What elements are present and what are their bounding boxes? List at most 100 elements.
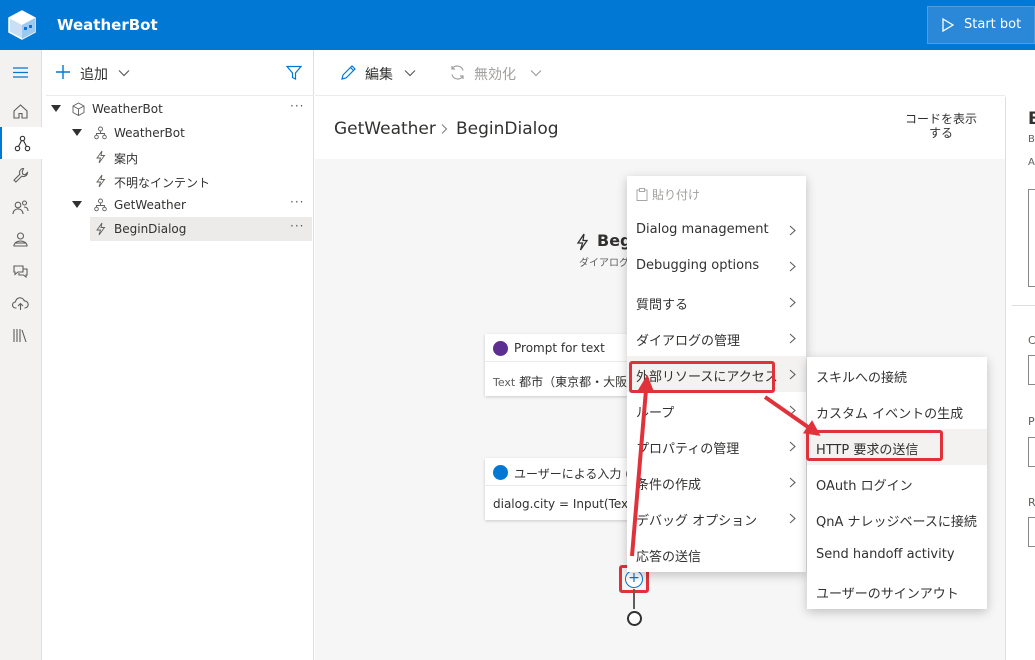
properties-subtitle: B <box>1028 134 1035 145</box>
nav-configure[interactable] <box>0 159 42 191</box>
tree-item-label: 案内 <box>114 152 139 166</box>
dialog-tree-panel: 追加 WeatherBot ··· WeatherBot 案内 不明なインテント… <box>46 50 314 660</box>
disable-label: 無効化 <box>474 67 516 83</box>
app-title: WeatherBot <box>57 16 158 34</box>
tree-item-greeting[interactable]: 案内 <box>46 145 312 169</box>
menu-item-label: デバッグ オプション <box>636 514 758 529</box>
node-header: Prompt for text <box>485 334 635 362</box>
nav-users[interactable] <box>0 191 42 223</box>
properties-textarea[interactable] <box>1028 189 1035 287</box>
composer-logo-icon <box>8 10 36 40</box>
nav-package-manager[interactable] <box>0 319 42 351</box>
prompt-icon <box>493 341 508 356</box>
submenu-item-sign-out-user[interactable]: ユーザーのサインアウト <box>807 573 987 609</box>
nav-bot-responses[interactable] <box>0 223 42 255</box>
menu-item-label: スキルへの接続 <box>816 371 908 386</box>
caret-down-icon[interactable] <box>72 129 82 137</box>
chevron-right-icon <box>789 405 796 416</box>
menu-item-create-condition[interactable]: 条件の作成 <box>627 464 806 500</box>
chevron-down-icon <box>118 70 130 77</box>
chevron-right-icon <box>789 261 796 272</box>
lightning-icon <box>96 222 106 236</box>
menu-item-debug-options[interactable]: デバッグ オプション <box>627 500 806 536</box>
nav-home[interactable] <box>0 95 42 127</box>
breadcrumb-trigger[interactable]: BeginDialog <box>456 119 559 139</box>
properties-field[interactable] <box>1028 517 1035 547</box>
tree-item-label: BeginDialog <box>114 222 187 236</box>
caret-down-icon[interactable] <box>51 105 61 113</box>
hamburger-icon <box>13 67 28 78</box>
menu-item-label: ダイアログの管理 <box>636 334 741 349</box>
flow-connector <box>633 589 635 609</box>
menu-item-ask-question[interactable]: 質問する <box>627 284 806 320</box>
submenu-item-oauth-login[interactable]: OAuth ログイン <box>807 465 987 501</box>
start-bot-label: Start bot <box>964 17 1022 32</box>
more-options-icon[interactable]: ··· <box>290 99 304 113</box>
start-bot-button[interactable]: Start bot <box>927 6 1035 44</box>
home-icon <box>13 104 28 119</box>
more-options-icon[interactable]: ··· <box>290 219 304 233</box>
menu-item-manage-dialog[interactable]: ダイアログの管理 <box>627 320 806 356</box>
bot-design-icon <box>14 135 31 152</box>
menu-item-label: 応答の送信 <box>636 550 702 565</box>
menu-item-send-response[interactable]: 応答の送信 <box>627 536 806 572</box>
wrench-icon <box>13 167 29 183</box>
http-request-highlight <box>806 430 943 461</box>
menu-item-debugging-options[interactable]: Debugging options <box>627 248 806 284</box>
submenu-item-qna-connect[interactable]: QnA ナレッジベースに接続 <box>807 501 987 537</box>
menu-item-label: OAuth ログイン <box>816 479 913 494</box>
node-body-value: 都市（東京都・大阪 <box>519 375 628 389</box>
tree-item-weatherbot-dialog[interactable]: WeatherBot <box>46 121 312 145</box>
refresh-icon <box>451 65 464 80</box>
nav-language-understanding[interactable] <box>0 255 42 287</box>
menu-item-dialog-management[interactable]: Dialog management <box>627 212 806 248</box>
tree-item-begindialog[interactable]: BeginDialog ··· <box>90 217 312 241</box>
nav-rail <box>0 50 42 660</box>
nav-design[interactable] <box>0 127 42 159</box>
more-options-icon[interactable]: ··· <box>290 195 304 209</box>
menu-item-label: カスタム イベントの生成 <box>816 407 964 422</box>
nav-publish[interactable] <box>0 287 42 319</box>
dialog-tree-icon <box>94 198 107 212</box>
app-header: WeatherBot Start bot <box>0 0 1035 50</box>
menu-item-label: 貼り付け <box>652 188 701 202</box>
chevron-right-icon <box>789 441 796 452</box>
user-input-node[interactable]: ユーザーによる入力 (Text dialog.city = Input(Text… <box>485 458 654 520</box>
tree-item-label: WeatherBot <box>114 126 185 140</box>
prompt-for-text-node[interactable]: Prompt for text Text 都市（東京都・大阪 <box>485 334 635 396</box>
breadcrumb-dialog[interactable]: GetWeather <box>334 119 436 139</box>
cloud-upload-icon <box>12 297 29 310</box>
chevron-down-icon <box>404 70 416 77</box>
tree-item-unknown-intent[interactable]: 不明なインテント <box>46 169 312 193</box>
menu-item-manage-properties[interactable]: プロパティの管理 <box>627 428 806 464</box>
clipboard-icon <box>636 188 648 201</box>
menu-item-paste[interactable]: 貼り付け <box>627 176 806 212</box>
chevron-right-icon <box>789 297 796 308</box>
submenu-item-connect-skill[interactable]: スキルへの接続 <box>807 357 987 393</box>
tree-toolbar: 追加 <box>46 50 314 96</box>
tree-item-getweather-dialog[interactable]: GetWeather ··· <box>46 193 312 217</box>
cube-icon <box>72 102 85 116</box>
submenu-item-send-handoff[interactable]: Send handoff activity <box>807 537 987 573</box>
users-icon <box>12 200 29 215</box>
breadcrumb: GetWeather BeginDialog コードを表示する <box>315 97 1005 159</box>
external-resources-submenu: スキルへの接続 カスタム イベントの生成 HTTP 要求の送信 OAuth ログ… <box>807 357 987 609</box>
properties-field[interactable] <box>1028 437 1035 467</box>
menu-toggle[interactable] <box>0 56 42 88</box>
tree-item-label: GetWeather <box>114 198 186 212</box>
properties-field-label: P <box>1028 415 1035 428</box>
filter-icon[interactable] <box>286 65 302 81</box>
properties-field-label: R <box>1028 496 1035 509</box>
properties-field[interactable] <box>1028 355 1035 385</box>
show-code-button[interactable]: コードを表示する <box>901 112 981 140</box>
submenu-item-emit-event[interactable]: カスタム イベントの生成 <box>807 393 987 429</box>
node-body: dialog.city = Input(Text) <box>493 497 638 511</box>
node-title: Prompt for text <box>514 341 605 355</box>
menu-item-label: 質問する <box>636 298 689 313</box>
caret-down-icon[interactable] <box>72 201 82 209</box>
lightning-icon <box>96 150 106 164</box>
tree-item-bot-root[interactable]: WeatherBot ··· <box>46 97 312 121</box>
properties-field-label: C <box>1028 334 1035 347</box>
menu-item-loop[interactable]: ループ <box>627 392 806 428</box>
chevron-right-icon <box>789 369 796 380</box>
